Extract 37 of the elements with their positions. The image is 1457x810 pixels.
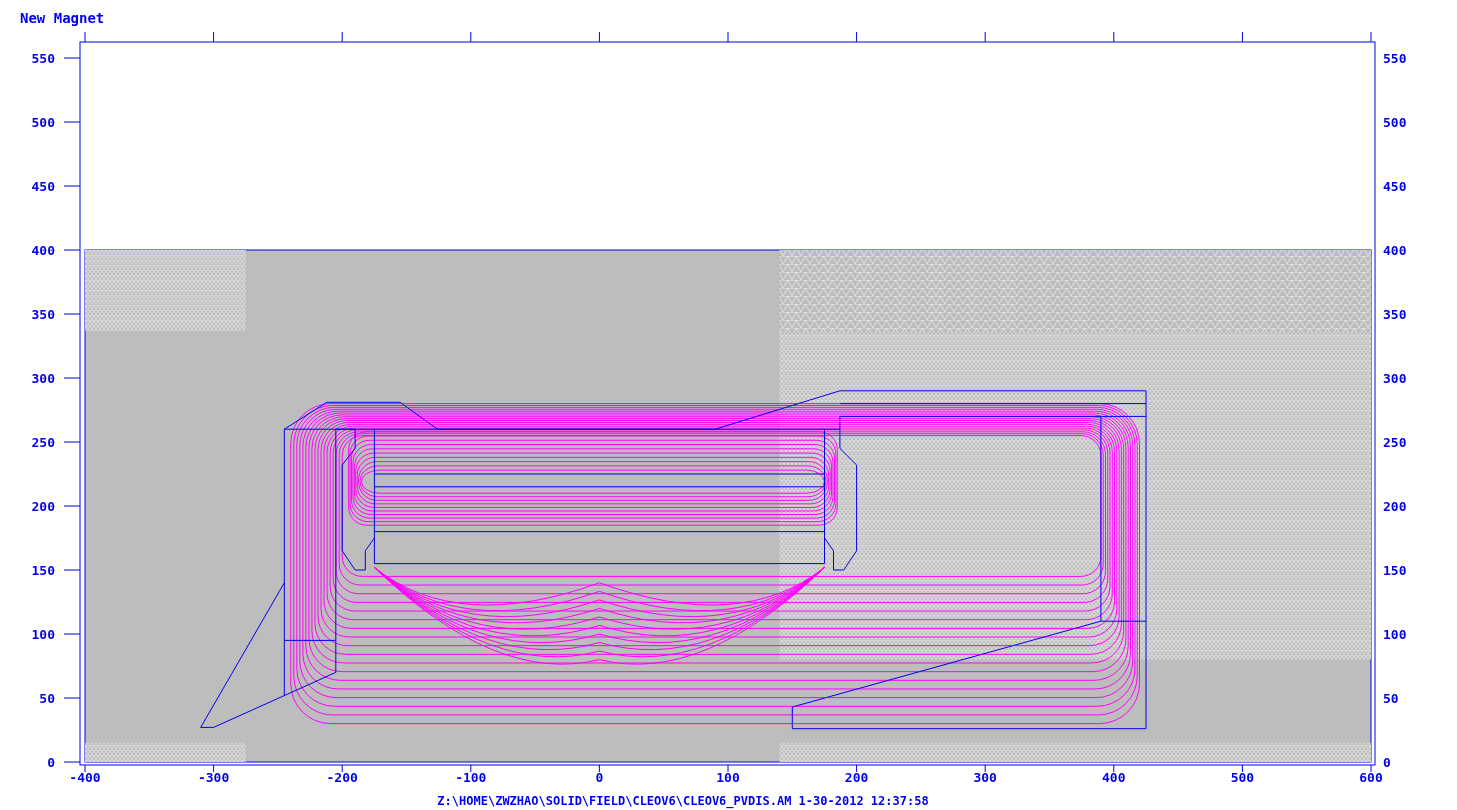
y-axis-label: 500 [1383,115,1407,130]
x-axis-label: -300 [197,770,230,785]
x-axis-label: 400 [1102,770,1126,785]
y-axis-label: 300 [31,371,55,386]
y-axis-label: 450 [31,179,55,194]
x-axis-label: -100 [455,770,487,785]
x-axis-label: 0 [595,770,604,785]
y-axis-label: 350 [1383,307,1407,322]
y-axis-label: 500 [31,115,55,130]
x-axis-label: 600 [1359,770,1383,785]
y-axis-label: 400 [31,243,55,258]
y-axis-label: 450 [1383,179,1407,194]
y-axis-label: 400 [1383,243,1407,258]
x-axis-label: -200 [326,770,358,785]
y-axis-label: 350 [31,307,55,322]
y-axis-label: 300 [1383,371,1407,386]
y-axis-label: 200 [31,499,55,514]
x-axis-label: 100 [716,770,740,785]
x-axis-label: 200 [844,770,869,785]
y-axis-label: 150 [1383,563,1407,578]
y-axis-label: 200 [1383,499,1407,514]
y-axis-label: 250 [31,435,55,450]
x-axis-label: 500 [1230,770,1255,785]
y-axis-label: 50 [1383,691,1399,706]
y-axis-label: 550 [31,51,55,66]
y-axis-label: 100 [31,627,55,642]
x-axis-label: -400 [69,770,101,785]
y-axis-label: 0 [1383,755,1391,770]
y-axis-label: 100 [1383,627,1407,642]
y-axis-label: 550 [1383,51,1407,66]
y-axis-label: 0 [47,755,55,770]
x-axis-label: 300 [973,770,997,785]
y-axis-label: 150 [31,563,55,578]
plot-title: New Magnet [20,10,105,26]
y-axis-label: 50 [39,691,55,706]
file-path-caption: Z:\HOME\ZWZHAO\SOLID\FIELD\CLEOV6\CLEOV6_PVDIS.AM 1-30-2012 12:37:58 [437,794,929,808]
y-axis-label: 250 [1383,435,1407,450]
